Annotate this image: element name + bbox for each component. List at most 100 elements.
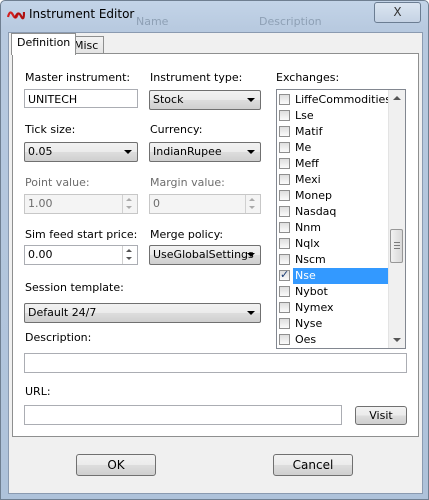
instrument-type-select[interactable]: Stock xyxy=(149,90,261,110)
spin-down-icon xyxy=(249,206,255,209)
cancel-button[interactable]: Cancel xyxy=(273,454,353,476)
exchange-item[interactable]: Nasdaq xyxy=(277,204,390,220)
exchange-name: Mexi xyxy=(295,173,321,186)
exchange-item[interactable]: Mexi xyxy=(277,172,390,188)
exchange-checkbox[interactable] xyxy=(279,142,290,153)
tick-size-value: 0.05 xyxy=(28,145,53,158)
instrument-type-value: Stock xyxy=(153,93,184,106)
exchange-name: Nse xyxy=(293,268,389,284)
currency-label: Currency: xyxy=(150,123,203,136)
exchange-name: Meff xyxy=(295,157,319,170)
exchange-checkbox[interactable] xyxy=(279,158,290,169)
sim-feed-spin-buttons[interactable] xyxy=(122,246,137,264)
exchange-item[interactable]: Monep xyxy=(277,188,390,204)
spin-down-icon xyxy=(126,206,132,209)
exchange-item[interactable]: LiffeCommodities xyxy=(277,92,392,108)
window-title: Instrument Editor xyxy=(29,7,135,21)
session-template-label: Session template: xyxy=(25,281,124,294)
tick-size-select[interactable]: 0.05 xyxy=(24,142,138,162)
exchange-name: Matif xyxy=(295,125,323,138)
merge-policy-value: UseGlobalSettings xyxy=(153,248,254,261)
grip-line xyxy=(394,245,400,246)
spin-up-icon xyxy=(249,198,255,201)
grip-line xyxy=(394,248,400,249)
ok-button[interactable]: OK xyxy=(76,454,156,476)
exchange-item[interactable]: Nscm xyxy=(277,252,390,268)
instrument-type-label: Instrument type: xyxy=(150,71,243,84)
exchange-checkbox[interactable] xyxy=(279,174,290,185)
scroll-up-icon[interactable] xyxy=(393,96,401,100)
point-value-label: Point value: xyxy=(25,176,90,189)
exchanges-label: Exchanges: xyxy=(276,71,340,84)
exchange-checkbox[interactable] xyxy=(279,126,290,137)
exchange-item[interactable]: Nyse xyxy=(277,316,390,332)
background-description-header: Description xyxy=(259,15,322,28)
close-button[interactable]: X xyxy=(374,2,421,23)
exchange-name: Monep xyxy=(295,189,332,202)
exchange-checkbox[interactable] xyxy=(279,190,290,201)
exchange-item[interactable]: Lse xyxy=(277,108,390,124)
exchange-checkbox[interactable] xyxy=(279,267,290,283)
exchange-item[interactable]: Oes xyxy=(277,332,390,348)
url-input[interactable] xyxy=(24,405,342,425)
tick-size-label: Tick size: xyxy=(25,123,76,136)
scroll-down-icon[interactable] xyxy=(393,338,401,342)
grip-line xyxy=(394,242,400,243)
exchange-checkbox[interactable] xyxy=(279,206,290,217)
description-input[interactable] xyxy=(24,353,407,373)
exchanges-list[interactable]: LiffeCommodities Lse Matif Me Meff Mexi Monep N… xyxy=(276,89,406,349)
currency-select[interactable]: IndianRupee xyxy=(149,142,261,162)
master-instrument-input[interactable]: UNITECH xyxy=(24,89,138,108)
currency-value: IndianRupee xyxy=(153,145,222,158)
exchange-name: Me xyxy=(295,141,312,154)
exchanges-scrollbar[interactable] xyxy=(388,90,405,348)
sim-feed-start-price-value: 0.00 xyxy=(28,248,53,261)
chevron-down-icon xyxy=(124,150,132,154)
exchange-name: Nasdaq xyxy=(295,205,337,218)
exchange-item[interactable]: Nymex xyxy=(277,300,390,316)
exchange-checkbox[interactable] xyxy=(279,334,290,345)
exchange-checkbox[interactable] xyxy=(279,286,290,297)
instrument-editor-window: Instrument Editor Name Description X Def… xyxy=(0,0,429,500)
scroll-thumb[interactable] xyxy=(390,229,403,263)
margin-value-value: 0 xyxy=(153,197,160,210)
title-bar[interactable]: Instrument Editor Name Description X xyxy=(1,1,428,29)
spin-down-icon[interactable] xyxy=(126,257,132,260)
point-value-spin-buttons xyxy=(122,195,137,213)
margin-value-label: Margin value: xyxy=(150,176,225,189)
exchange-checkbox[interactable] xyxy=(279,318,290,329)
exchange-name: Nqlx xyxy=(295,237,320,250)
exchange-item[interactable]: Nse xyxy=(277,267,390,284)
spin-up-icon[interactable] xyxy=(126,249,132,252)
exchange-item[interactable]: Matif xyxy=(277,124,390,140)
exchange-checkbox[interactable] xyxy=(279,94,290,105)
exchange-item[interactable]: Nqlx xyxy=(277,236,390,252)
chevron-down-icon xyxy=(247,98,255,102)
session-template-select[interactable]: Default 24/7 xyxy=(24,303,261,323)
tab-definition[interactable]: Definition xyxy=(11,33,77,55)
exchange-checkbox[interactable] xyxy=(279,254,290,265)
sim-feed-start-price-stepper[interactable]: 0.00 xyxy=(24,245,138,265)
exchange-item[interactable]: Me xyxy=(277,140,390,156)
session-template-value: Default 24/7 xyxy=(28,306,97,319)
exchange-item[interactable]: Meff xyxy=(277,156,390,172)
exchange-checkbox[interactable] xyxy=(279,302,290,313)
exchange-item[interactable]: Nnm xyxy=(277,220,390,236)
exchange-name: Nscm xyxy=(295,253,326,266)
exchange-name: Nyse xyxy=(295,317,323,330)
exchange-checkbox[interactable] xyxy=(279,238,290,249)
sim-feed-start-price-label: Sim feed start price: xyxy=(25,228,138,241)
chevron-down-icon xyxy=(247,253,255,257)
exchange-name: LiffeCommodities xyxy=(295,93,392,106)
spin-up-icon xyxy=(126,198,132,201)
margin-value-stepper: 0 xyxy=(149,194,261,214)
exchange-item[interactable]: Nybot xyxy=(277,284,390,300)
chevron-down-icon xyxy=(247,150,255,154)
exchange-checkbox[interactable] xyxy=(279,110,290,121)
merge-policy-label: Merge policy: xyxy=(150,228,224,241)
exchange-checkbox[interactable] xyxy=(279,222,290,233)
merge-policy-select[interactable]: UseGlobalSettings xyxy=(149,245,261,265)
visit-button[interactable]: Visit xyxy=(355,406,407,425)
definition-panel: Master instrument: UNITECH Instrument ty… xyxy=(12,53,419,437)
point-value-value: 1.00 xyxy=(28,197,53,210)
